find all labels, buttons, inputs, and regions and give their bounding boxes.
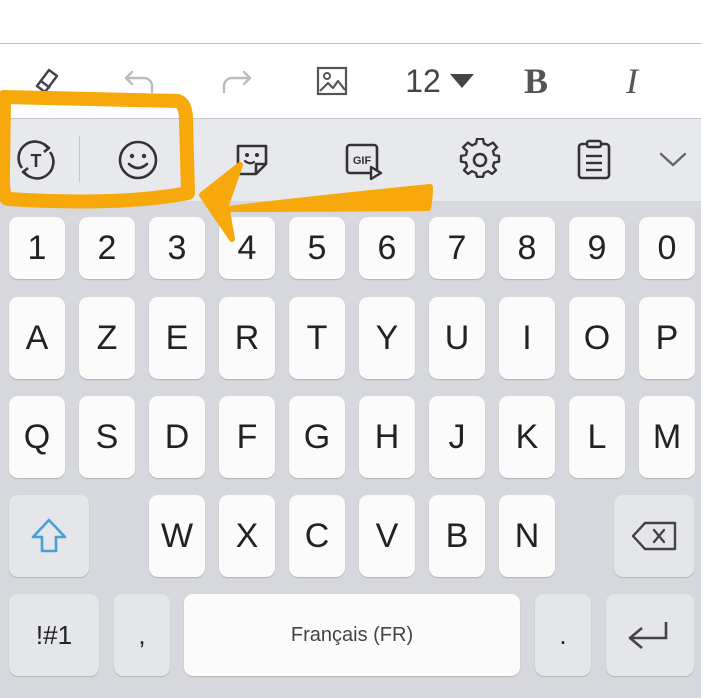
gif-icon: GIF — [345, 143, 383, 181]
keyboard-toolbar: T GIF — [0, 119, 701, 201]
sticker-button[interactable] — [222, 119, 282, 201]
key-f[interactable]: F — [219, 396, 275, 478]
svg-text:GIF: GIF — [353, 155, 372, 167]
settings-button[interactable] — [450, 119, 510, 201]
key-1[interactable]: 1 — [9, 217, 65, 279]
key-i[interactable]: I — [499, 297, 555, 379]
text-mode-toggle-icon: T — [17, 140, 55, 180]
key-v[interactable]: V — [359, 495, 415, 577]
font-size-value: 12 — [405, 62, 441, 99]
eraser-button[interactable] — [18, 44, 74, 118]
key-7[interactable]: 7 — [429, 217, 485, 279]
key-u[interactable]: U — [429, 297, 485, 379]
key-5[interactable]: 5 — [289, 217, 345, 279]
undo-icon — [124, 70, 154, 94]
key-8[interactable]: 8 — [499, 217, 555, 279]
italic-button[interactable]: I — [602, 44, 662, 118]
key-9[interactable]: 9 — [569, 217, 625, 279]
key-d[interactable]: D — [149, 396, 205, 478]
key-b[interactable]: B — [429, 495, 485, 577]
backspace-icon — [631, 521, 677, 551]
key-l[interactable]: L — [569, 396, 625, 478]
key-w[interactable]: W — [149, 495, 205, 577]
font-size-dropdown[interactable]: 12 — [398, 44, 482, 118]
key-4[interactable]: 4 — [219, 217, 275, 279]
backspace-key[interactable] — [614, 495, 694, 577]
key-a[interactable]: A — [9, 297, 65, 379]
bold-button[interactable]: B — [506, 44, 566, 118]
collapse-toolbar-button[interactable] — [650, 119, 696, 201]
key-0[interactable]: 0 — [639, 217, 695, 279]
key-y[interactable]: Y — [359, 297, 415, 379]
clipboard-icon — [577, 139, 611, 180]
image-icon — [316, 66, 348, 96]
toolbar-divider — [79, 136, 80, 182]
comma-key[interactable]: , — [114, 594, 170, 676]
emoji-icon — [118, 140, 158, 180]
key-c[interactable]: C — [289, 495, 345, 577]
spacebar[interactable]: Français (FR) — [184, 594, 520, 676]
key-j[interactable]: J — [429, 396, 485, 478]
keyboard: 1 2 3 4 5 6 7 8 9 0 A Z E R T Y U I O P … — [0, 201, 701, 698]
key-k[interactable]: K — [499, 396, 555, 478]
settings-icon — [459, 138, 501, 178]
key-m[interactable]: M — [639, 396, 695, 478]
format-toolbar: 12 B I — [0, 44, 701, 119]
svg-text:T: T — [31, 151, 42, 171]
sticker-icon — [236, 144, 268, 176]
key-q[interactable]: Q — [9, 396, 65, 478]
eraser-icon — [35, 68, 59, 94]
key-e[interactable]: E — [149, 297, 205, 379]
clipboard-button[interactable] — [564, 119, 624, 201]
shift-icon — [31, 518, 67, 553]
key-2[interactable]: 2 — [79, 217, 135, 279]
enter-key[interactable] — [606, 594, 694, 676]
period-key[interactable]: . — [535, 594, 591, 676]
enter-icon — [628, 622, 668, 649]
text-mode-toggle-button[interactable]: T — [8, 119, 64, 201]
key-x[interactable]: X — [219, 495, 275, 577]
text-editor-area[interactable] — [0, 0, 701, 44]
key-r[interactable]: R — [219, 297, 275, 379]
dropdown-arrow-icon — [449, 74, 474, 88]
undo-button[interactable] — [110, 44, 170, 118]
key-g[interactable]: G — [289, 396, 345, 478]
insert-image-button[interactable] — [302, 44, 362, 118]
bold-label: B — [523, 61, 548, 101]
key-n[interactable]: N — [499, 495, 555, 577]
key-z[interactable]: Z — [79, 297, 135, 379]
key-3[interactable]: 3 — [149, 217, 205, 279]
shift-key[interactable] — [9, 495, 89, 577]
key-s[interactable]: S — [79, 396, 135, 478]
key-h[interactable]: H — [359, 396, 415, 478]
key-6[interactable]: 6 — [359, 217, 415, 279]
redo-icon — [222, 70, 252, 94]
gif-button[interactable]: GIF — [334, 119, 394, 201]
key-t[interactable]: T — [289, 297, 345, 379]
redo-button[interactable] — [206, 44, 266, 118]
emoji-button[interactable] — [108, 119, 168, 201]
key-o[interactable]: O — [569, 297, 625, 379]
collapse-chevron-icon — [659, 152, 687, 167]
symbols-key[interactable]: !#1 — [9, 594, 99, 676]
italic-label: I — [626, 61, 638, 101]
key-p[interactable]: P — [639, 297, 695, 379]
